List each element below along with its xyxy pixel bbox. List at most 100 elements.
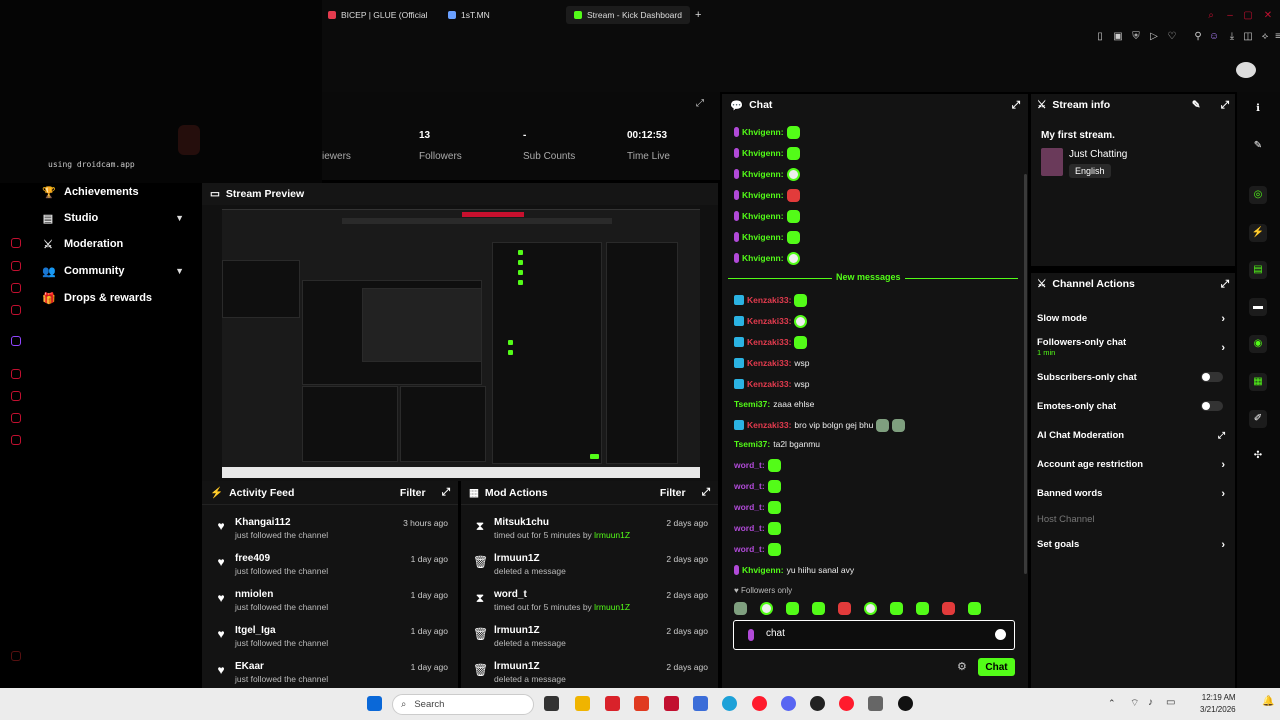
account-age-item[interactable]: Account age restriction › <box>1037 459 1227 471</box>
bookmark-icon[interactable]: ▯ <box>1094 31 1106 43</box>
expand-icon[interactable]: ⤢ <box>696 98 704 109</box>
info-icon[interactable]: ℹ <box>1249 100 1267 118</box>
volume-icon[interactable]: ♪ <box>1148 697 1153 708</box>
mail-icon[interactable] <box>11 305 21 315</box>
chat-username[interactable]: word_t: <box>734 523 765 533</box>
chat-username[interactable]: Tsemi37: <box>734 399 770 409</box>
ai-moderation-item[interactable]: AI Chat Moderation ⤢ <box>1037 430 1227 441</box>
emote-button[interactable] <box>916 601 929 615</box>
emoji-icon[interactable] <box>995 629 1006 640</box>
expand-icon[interactable]: ⤢ <box>442 486 450 499</box>
feed-user[interactable]: Khangai112 <box>235 517 291 528</box>
wifi-icon[interactable]: ⌔ <box>1130 697 1139 710</box>
feed-user[interactable]: EKaar <box>235 661 264 672</box>
windows-start-icon[interactable] <box>367 696 382 711</box>
target-icon[interactable]: ◎ <box>1249 186 1267 204</box>
emote-button[interactable] <box>942 601 955 615</box>
search-icon[interactable]: ⌕ <box>1205 10 1217 22</box>
emotes-only-toggle[interactable] <box>1201 401 1223 411</box>
expand-icon[interactable]: ⤢ <box>1221 99 1229 112</box>
emote-button[interactable] <box>838 601 851 615</box>
mod-by[interactable]: lrmuun1Z <box>594 530 630 540</box>
stream-category[interactable]: Just Chatting <box>1069 149 1127 160</box>
discord-icon[interactable] <box>781 696 796 711</box>
obs-icon[interactable] <box>810 696 825 711</box>
expand-icon[interactable]: ⤢ <box>702 486 710 499</box>
chat-username[interactable]: Khvigenn: <box>742 190 784 200</box>
opera-icon[interactable] <box>839 696 854 711</box>
mod-user[interactable]: lrmuun1Z <box>494 625 540 636</box>
download-icon[interactable]: ⤓ <box>1226 31 1238 43</box>
layout-icon[interactable]: ▦ <box>1249 373 1267 391</box>
history-icon[interactable] <box>11 261 21 271</box>
notifications-icon[interactable]: 🔔 <box>1262 696 1274 707</box>
chat-username[interactable]: Khvigenn: <box>742 253 784 263</box>
emote-button[interactable] <box>968 601 981 615</box>
tab-kick-dashboard[interactable]: Stream - Kick Dashboard <box>566 6 690 24</box>
banned-words-item[interactable]: Banned words › <box>1037 488 1227 500</box>
window-icon[interactable]: ▣ <box>1112 31 1124 43</box>
tab-1st[interactable]: 1sT.MN <box>448 6 490 24</box>
nav-moderation[interactable]: ⚔ Moderation <box>42 235 192 253</box>
extension-icon[interactable]: ⚲ <box>1192 31 1204 43</box>
wps-icon[interactable] <box>605 696 620 711</box>
chat-bubble-icon[interactable]: ▬ <box>1249 298 1267 316</box>
menu-icon[interactable]: ≡ <box>1272 31 1280 43</box>
cart-icon[interactable] <box>11 283 21 293</box>
settings-icon[interactable] <box>868 696 883 711</box>
battery-icon[interactable]: ▭ <box>1166 697 1175 708</box>
settings-icon[interactable] <box>11 435 21 445</box>
tab-bicep[interactable]: BICEP | GLUE (Official <box>328 6 427 24</box>
emote-button[interactable] <box>812 601 825 615</box>
chat-username[interactable]: Kenzaki33: <box>747 379 791 389</box>
followers-only-item[interactable]: Followers-only chat 1 min › <box>1037 337 1227 357</box>
acrobat-icon[interactable] <box>664 696 679 711</box>
chat-username[interactable]: Khvigenn: <box>742 565 784 575</box>
shield-icon[interactable]: ⛨ <box>1130 31 1142 43</box>
chat-username[interactable]: Kenzaki33: <box>747 337 791 347</box>
chat-username[interactable]: Kenzaki33: <box>747 316 791 326</box>
music-icon[interactable] <box>11 369 21 379</box>
mod-user[interactable]: Mitsuk1chu <box>494 517 549 528</box>
camera-icon[interactable]: ◫ <box>1242 31 1254 43</box>
chat-input[interactable] <box>766 628 966 639</box>
chat-username[interactable]: Khvigenn: <box>742 148 784 158</box>
chat-username[interactable]: Kenzaki33: <box>747 420 791 430</box>
profile-icon[interactable]: ☺ <box>1208 31 1220 43</box>
slow-mode-item[interactable]: Slow mode › <box>1037 313 1227 325</box>
emote-button[interactable] <box>786 601 799 615</box>
mod-user[interactable]: lrmuun1Z <box>494 661 540 672</box>
chat-username[interactable]: Khvigenn: <box>742 127 784 137</box>
new-tab-button[interactable]: + <box>695 6 701 24</box>
chat-username[interactable]: Khvigenn: <box>742 232 784 242</box>
wrench-icon[interactable]: ✐ <box>1249 410 1267 428</box>
gear-icon[interactable]: ⚙ <box>957 660 967 673</box>
set-goals-item[interactable]: Set goals › <box>1037 539 1227 551</box>
mod-user[interactable]: lrmuun1Z <box>494 553 540 564</box>
nav-achievements[interactable]: 🏆 Achievements <box>42 183 192 201</box>
github-icon[interactable] <box>898 696 913 711</box>
nav-drops-rewards[interactable]: 🎁 Drops & rewards <box>42 289 192 307</box>
maximize-icon[interactable]: ▢ <box>1242 10 1254 22</box>
chat-username[interactable]: word_t: <box>734 502 765 512</box>
explorer-icon[interactable] <box>575 696 590 711</box>
edit-icon[interactable]: ✎ <box>1192 99 1201 111</box>
chat-username[interactable]: Kenzaki33: <box>747 358 791 368</box>
list-icon[interactable]: ▤ <box>1249 261 1267 279</box>
play-icon[interactable]: ▷ <box>1148 31 1160 43</box>
home-icon[interactable] <box>11 238 21 248</box>
minimize-icon[interactable]: – <box>1224 10 1236 22</box>
chat-username[interactable]: word_t: <box>734 544 765 554</box>
task-view-icon[interactable] <box>544 696 559 711</box>
taskbar-clock[interactable]: 12:19 AM 3/21/2026 <box>1200 692 1236 716</box>
puzzle-icon[interactable]: ✣ <box>1249 447 1267 465</box>
heart-icon[interactable]: ♡ <box>1166 31 1178 43</box>
avatar[interactable] <box>1236 62 1256 78</box>
emote-button[interactable] <box>734 601 747 615</box>
chat-scrollbar[interactable] <box>1024 174 1027 574</box>
bolt-icon[interactable]: ⚡ <box>1249 224 1267 242</box>
nav-studio[interactable]: ▤ Studio ▼ <box>42 209 192 227</box>
ai-icon[interactable]: ⟡ <box>1258 31 1272 43</box>
clock-icon[interactable] <box>11 391 21 401</box>
chat-username[interactable]: Khvigenn: <box>742 169 784 179</box>
